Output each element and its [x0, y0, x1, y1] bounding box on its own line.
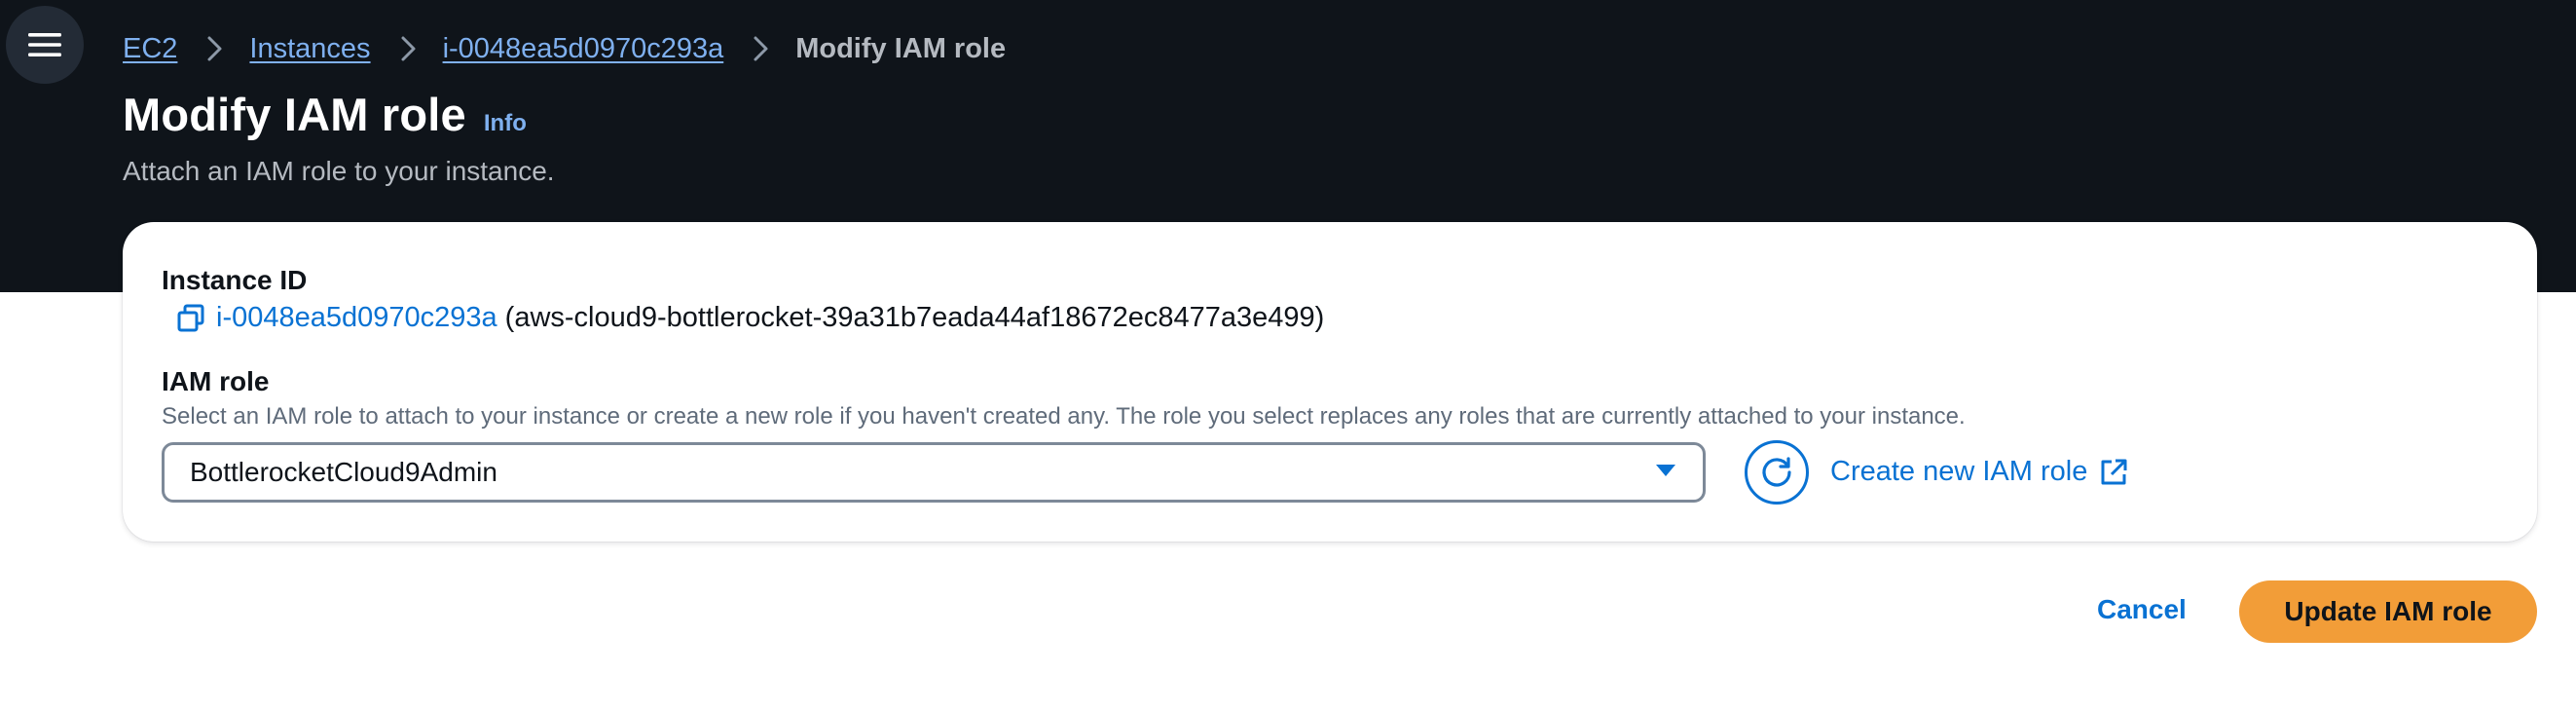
modify-iam-role-card: Instance ID i-0048ea5d0970c293a (aws-clo…	[123, 222, 2537, 542]
chevron-right-icon	[753, 35, 770, 62]
page-title: Modify IAM role	[123, 89, 466, 140]
refresh-button[interactable]	[1745, 440, 1809, 505]
breadcrumb-instance-id[interactable]: i-0048ea5d0970c293a	[443, 33, 724, 65]
breadcrumb-instances[interactable]: Instances	[249, 33, 370, 65]
update-iam-role-button[interactable]: Update IAM role	[2239, 580, 2537, 643]
hamburger-menu-icon	[28, 33, 61, 56]
cancel-button[interactable]: Cancel	[2097, 594, 2187, 625]
create-iam-role-label: Create new IAM role	[1830, 456, 2088, 487]
info-link[interactable]: Info	[484, 110, 527, 137]
menu-button[interactable]	[6, 6, 84, 84]
copy-icon[interactable]	[175, 303, 206, 334]
instance-id-label: Instance ID	[162, 265, 308, 295]
refresh-icon	[1762, 457, 1791, 487]
title-row: Modify IAM role Info	[123, 88, 527, 141]
iam-role-selected-value: BottlerocketCloud9Admin	[190, 457, 497, 487]
create-iam-role-link[interactable]: Create new IAM role	[1830, 456, 2128, 488]
instance-name: (aws-cloud9-bottlerocket-39a31b7eada44af…	[504, 302, 1325, 333]
page-subtitle: Attach an IAM role to your instance.	[123, 156, 555, 186]
iam-role-select[interactable]: BottlerocketCloud9Admin	[162, 442, 1706, 503]
breadcrumb-current: Modify IAM role	[795, 32, 1007, 64]
instance-id-row: i-0048ea5d0970c293a (aws-cloud9-bottlero…	[169, 302, 1324, 334]
chevron-right-icon	[400, 35, 418, 62]
breadcrumb-ec2[interactable]: EC2	[123, 33, 177, 65]
iam-role-label: IAM role	[162, 366, 270, 396]
instance-id-link[interactable]: i-0048ea5d0970c293a	[216, 302, 497, 334]
external-link-icon	[2101, 459, 2127, 484]
iam-role-description: Select an IAM role to attach to your ins…	[162, 403, 1966, 430]
caret-down-icon	[1654, 463, 1677, 483]
breadcrumb: EC2 Instances i-0048ea5d0970c293a Modify…	[123, 29, 1006, 68]
chevron-right-icon	[206, 35, 224, 62]
